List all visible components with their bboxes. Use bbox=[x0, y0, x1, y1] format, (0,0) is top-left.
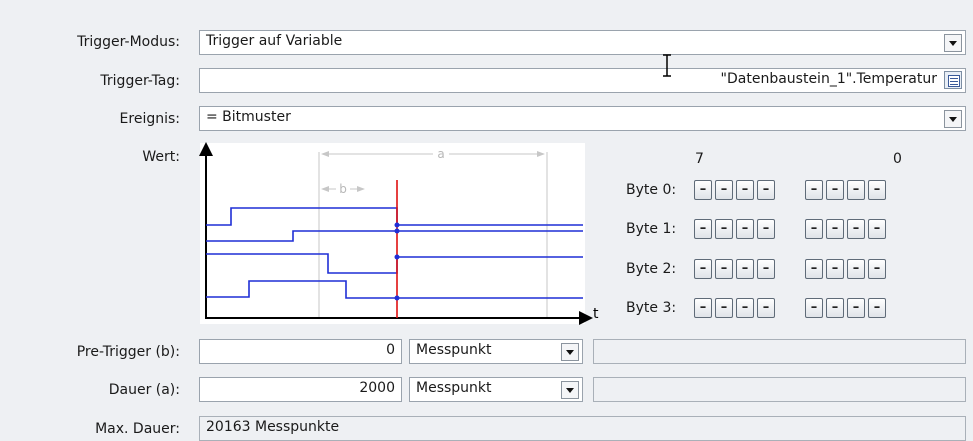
bit-button[interactable]: – bbox=[805, 180, 823, 200]
event-select[interactable]: = Bitmuster bbox=[199, 106, 966, 131]
max-duration-field: 20163 Messpunkte bbox=[199, 416, 966, 441]
chevron-down-icon[interactable] bbox=[561, 343, 579, 361]
bit-button[interactable]: – bbox=[694, 298, 712, 318]
time-axis-label: t bbox=[593, 306, 599, 322]
pre-trigger-info-field bbox=[593, 339, 966, 364]
bit-button[interactable]: – bbox=[847, 219, 865, 239]
pre-trigger-input[interactable]: 0 bbox=[199, 339, 402, 364]
bit-button[interactable]: – bbox=[805, 219, 823, 239]
duration-label: Dauer (a): bbox=[108, 382, 180, 398]
pre-trigger-value: 0 bbox=[386, 342, 395, 358]
pre-trigger-unit-select[interactable]: Messpunkt bbox=[409, 339, 583, 364]
duration-input[interactable]: 2000 bbox=[199, 377, 402, 402]
bit-button[interactable]: – bbox=[805, 259, 823, 279]
bit-header-high: 7 bbox=[695, 151, 704, 167]
list-icon[interactable] bbox=[944, 71, 962, 89]
bit-button[interactable]: – bbox=[694, 180, 712, 200]
bit-button[interactable]: – bbox=[805, 298, 823, 318]
bit-button[interactable]: – bbox=[826, 219, 844, 239]
trigger-mode-select[interactable]: Trigger auf Variable bbox=[199, 30, 966, 55]
bit-button[interactable]: – bbox=[757, 180, 775, 200]
bit-button[interactable]: – bbox=[736, 180, 754, 200]
chevron-down-icon[interactable] bbox=[561, 381, 579, 399]
value-label: Wert: bbox=[142, 149, 180, 165]
max-duration-label: Max. Dauer: bbox=[95, 421, 180, 437]
bit-button[interactable]: – bbox=[715, 259, 733, 279]
byte-2-label: Byte 2: bbox=[626, 261, 677, 277]
byte-0-label: Byte 0: bbox=[626, 182, 677, 198]
trigger-tag-label: Trigger-Tag: bbox=[100, 73, 180, 89]
bit-button[interactable]: – bbox=[847, 259, 865, 279]
pre-trigger-unit-value: Messpunkt bbox=[416, 342, 492, 358]
bit-button[interactable]: – bbox=[757, 219, 775, 239]
event-label: Ereignis: bbox=[119, 111, 180, 127]
bit-button[interactable]: – bbox=[715, 298, 733, 318]
duration-unit-select[interactable]: Messpunkt bbox=[409, 377, 583, 402]
byte-3-label: Byte 3: bbox=[626, 300, 677, 316]
bit-button[interactable]: – bbox=[736, 259, 754, 279]
max-duration-value: 20163 Messpunkte bbox=[206, 419, 340, 435]
bit-button[interactable]: – bbox=[868, 298, 886, 318]
dimension-b-label: b bbox=[339, 182, 347, 196]
event-value: = Bitmuster bbox=[206, 109, 291, 125]
byte-1-label: Byte 1: bbox=[626, 221, 677, 237]
duration-value: 2000 bbox=[359, 380, 395, 396]
trigger-mode-value: Trigger auf Variable bbox=[206, 33, 343, 49]
bit-button[interactable]: – bbox=[694, 259, 712, 279]
bit-button[interactable]: – bbox=[757, 298, 775, 318]
bit-button[interactable]: – bbox=[868, 219, 886, 239]
pre-trigger-label: Pre-Trigger (b): bbox=[76, 344, 180, 360]
bit-button[interactable]: – bbox=[715, 219, 733, 239]
bit-button[interactable]: – bbox=[847, 180, 865, 200]
bit-header-low: 0 bbox=[893, 151, 902, 167]
bit-button[interactable]: – bbox=[868, 180, 886, 200]
chevron-down-icon[interactable] bbox=[944, 110, 962, 128]
bit-button[interactable]: – bbox=[736, 298, 754, 318]
duration-unit-value: Messpunkt bbox=[416, 380, 492, 396]
bit-button[interactable]: – bbox=[868, 259, 886, 279]
bit-button[interactable]: – bbox=[847, 298, 865, 318]
duration-info-field bbox=[593, 377, 966, 402]
bit-button[interactable]: – bbox=[757, 259, 775, 279]
bit-button[interactable]: – bbox=[826, 180, 844, 200]
trigger-tag-value: "Datenbaustein_1".Temperatur bbox=[720, 71, 937, 87]
bit-button[interactable]: – bbox=[715, 180, 733, 200]
text-cursor-icon bbox=[663, 54, 671, 77]
bit-button[interactable]: – bbox=[826, 298, 844, 318]
trigger-mode-label: Trigger-Modus: bbox=[77, 34, 180, 50]
bit-button[interactable]: – bbox=[826, 259, 844, 279]
trigger-diagram: a b t bbox=[199, 142, 599, 325]
trigger-tag-input[interactable]: "Datenbaustein_1".Temperatur bbox=[199, 68, 966, 93]
chevron-down-icon[interactable] bbox=[944, 34, 962, 52]
bit-button[interactable]: – bbox=[736, 219, 754, 239]
bit-button[interactable]: – bbox=[694, 219, 712, 239]
dimension-a-label: a bbox=[437, 147, 444, 161]
